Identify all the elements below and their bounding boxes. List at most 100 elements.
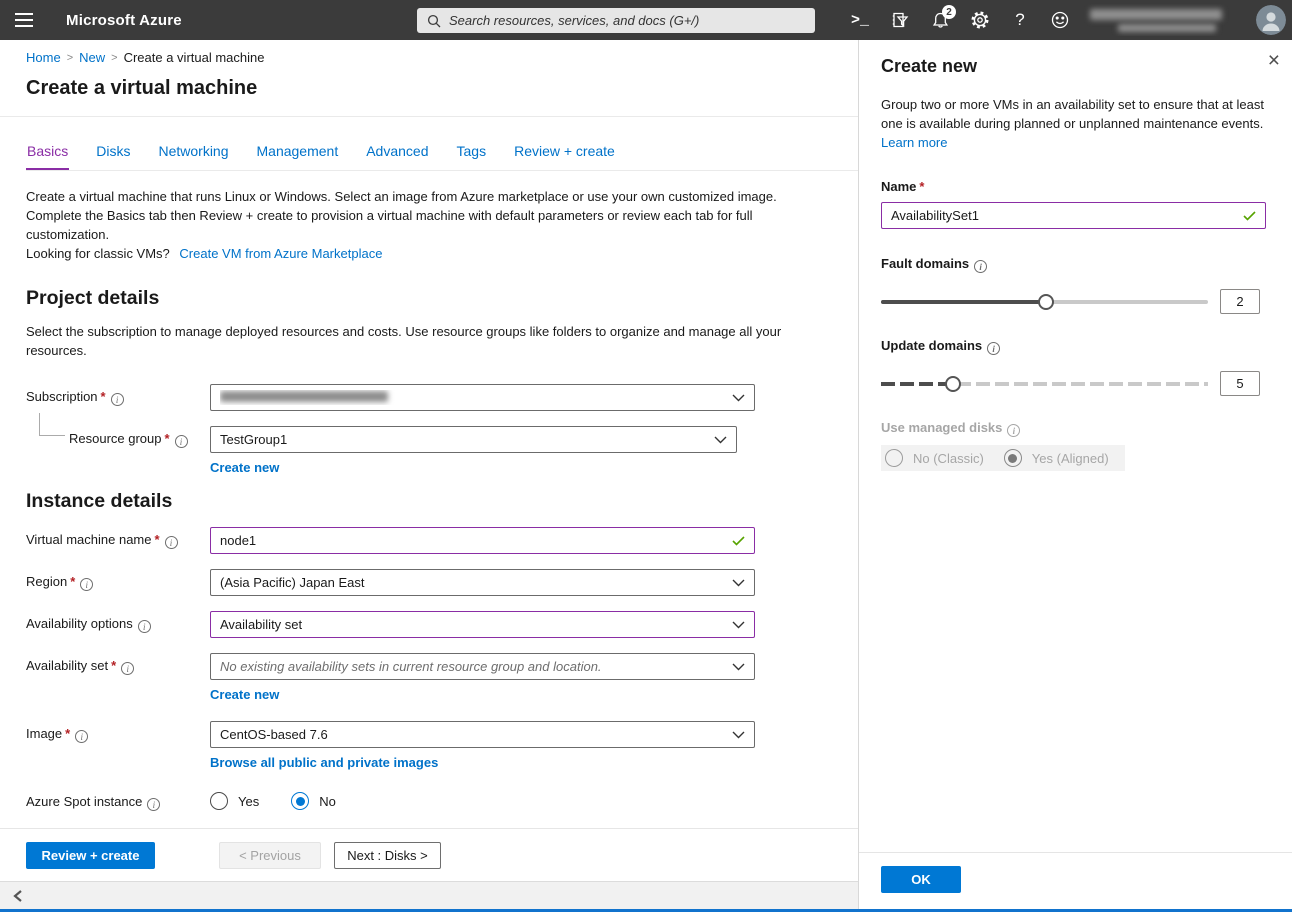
learn-more-link[interactable]: Learn more (881, 135, 947, 150)
update-domains-value[interactable]: 5 (1220, 371, 1260, 396)
breadcrumb-home[interactable]: Home (26, 50, 61, 65)
region-dropdown[interactable]: (Asia Pacific) Japan East (210, 569, 755, 596)
availability-options-info-icon[interactable] (138, 620, 151, 633)
tab-basics[interactable]: Basics (26, 139, 69, 170)
fault-domains-info-icon[interactable] (974, 260, 987, 273)
azure-brand[interactable]: Microsoft Azure (66, 12, 182, 29)
managed-disks-info-icon (1007, 424, 1020, 437)
top-bar: Microsoft Azure Search resources, servic… (0, 0, 1292, 40)
avatar[interactable] (1256, 5, 1286, 35)
resource-group-create-new-link[interactable]: Create new (210, 460, 279, 475)
update-domains-label: Update domains (881, 338, 1266, 355)
project-details-description: Select the subscription to manage deploy… (26, 322, 786, 360)
resource-group-label: Resource group (69, 426, 210, 448)
topbar-icon-group: >_ 2 ? (840, 0, 1080, 40)
search-icon (427, 14, 441, 28)
managed-no-radio (885, 449, 903, 467)
feedback-smiley-icon[interactable] (1040, 0, 1080, 40)
valid-check-icon (732, 536, 745, 546)
as-name-input[interactable]: AvailabilitySet1 (881, 202, 1266, 229)
intro-line-3: Looking for classic VMs? (26, 246, 170, 261)
tab-advanced[interactable]: Advanced (365, 139, 429, 170)
breadcrumb: Home > New > Create a virtual machine (26, 50, 832, 65)
region-info-icon[interactable] (80, 578, 93, 591)
chevron-down-icon (732, 731, 745, 739)
spot-no-label[interactable]: No (319, 794, 336, 809)
instance-details-heading: Instance details (26, 490, 832, 513)
availability-options-dropdown[interactable]: Availability set (210, 611, 755, 638)
resource-group-dropdown[interactable]: TestGroup1 (210, 426, 737, 453)
managed-yes-label: Yes (Aligned) (1032, 451, 1109, 466)
availability-set-dropdown[interactable]: No existing availability sets in current… (210, 653, 755, 680)
image-dropdown[interactable]: CentOS-based 7.6 (210, 721, 755, 748)
availability-set-label: Availability set (26, 653, 210, 675)
tab-disks[interactable]: Disks (95, 139, 131, 170)
spot-yes-label[interactable]: Yes (238, 794, 259, 809)
availability-options-label: Availability options (26, 611, 210, 633)
breadcrumb-current: Create a virtual machine (124, 50, 265, 65)
spot-instance-info-icon[interactable] (147, 798, 160, 811)
project-details-heading: Project details (26, 287, 832, 310)
project-details-form: Subscription Resource group (26, 384, 858, 475)
chevron-down-icon (732, 394, 745, 402)
update-domains-info-icon[interactable] (987, 342, 1000, 355)
breadcrumb-separator: > (67, 52, 73, 64)
spot-instance-label: Azure Spot instance (26, 789, 210, 811)
valid-check-icon (1243, 211, 1256, 221)
as-name-label: Name (881, 179, 1266, 194)
global-search-input[interactable]: Search resources, services, and docs (G+… (417, 8, 815, 33)
breadcrumb-separator: > (111, 52, 117, 64)
subscription-info-icon[interactable] (111, 393, 124, 406)
wizard-footer: Review + create < Previous Next : Disks … (0, 828, 858, 881)
tab-bar: Basics Disks Networking Management Advan… (26, 139, 858, 171)
chevron-down-icon (732, 621, 745, 629)
previous-button[interactable]: < Previous (219, 842, 321, 869)
next-disks-button[interactable]: Next : Disks > (334, 842, 441, 869)
vm-name-label: Virtual machine name (26, 527, 210, 549)
update-domains-slider-handle[interactable] (945, 376, 961, 392)
fault-domains-value[interactable]: 2 (1220, 289, 1260, 314)
subscription-dropdown[interactable] (210, 384, 755, 411)
tab-networking[interactable]: Networking (157, 139, 229, 170)
vm-name-input[interactable]: node1 (210, 527, 755, 554)
vm-name-info-icon[interactable] (165, 536, 178, 549)
image-label: Image (26, 721, 210, 743)
ok-button[interactable]: OK (881, 866, 961, 893)
resource-group-info-icon[interactable] (175, 435, 188, 448)
settings-gear-icon[interactable] (960, 0, 1000, 40)
bottom-scroll-strip[interactable] (0, 881, 858, 909)
update-domains-slider[interactable] (881, 375, 1208, 393)
availability-set-info-icon[interactable] (121, 662, 134, 675)
close-icon[interactable]: × (1268, 50, 1280, 71)
chevron-left-icon[interactable] (12, 889, 24, 903)
create-vm-marketplace-link[interactable]: Create VM from Azure Marketplace (179, 246, 382, 261)
subscription-label: Subscription (26, 384, 210, 406)
review-create-button[interactable]: Review + create (26, 842, 155, 869)
tab-management[interactable]: Management (256, 139, 340, 170)
panel-footer: OK (859, 852, 1292, 909)
cloud-shell-icon[interactable]: >_ (840, 0, 880, 40)
panel-title: Create new (881, 56, 1266, 77)
fault-domains-slider[interactable] (881, 293, 1208, 311)
image-info-icon[interactable] (75, 730, 88, 743)
browse-images-link[interactable]: Browse all public and private images (210, 755, 438, 770)
fault-domains-slider-handle[interactable] (1038, 294, 1054, 310)
page-header: Home > New > Create a virtual machine Cr… (0, 40, 858, 117)
availability-set-create-new-link[interactable]: Create new (210, 687, 279, 702)
spot-no-radio[interactable] (291, 792, 309, 810)
account-info-blurred[interactable] (1084, 4, 1252, 36)
tab-review-create[interactable]: Review + create (513, 139, 616, 170)
nesting-connector-line (39, 413, 65, 436)
directory-filter-icon[interactable] (880, 0, 920, 40)
managed-yes-radio (1004, 449, 1022, 467)
create-new-availability-set-panel: Create new × Group two or more VMs in an… (858, 40, 1292, 909)
fault-domains-label: Fault domains (881, 256, 1266, 273)
managed-no-label: No (Classic) (913, 451, 984, 466)
tab-tags[interactable]: Tags (456, 139, 488, 170)
spot-yes-radio[interactable] (210, 792, 228, 810)
help-icon[interactable]: ? (1000, 0, 1040, 40)
hamburger-menu-icon[interactable] (0, 0, 48, 40)
managed-disks-label: Use managed disks (881, 420, 1266, 437)
notifications-bell-icon[interactable]: 2 (920, 0, 960, 40)
breadcrumb-new[interactable]: New (79, 50, 105, 65)
